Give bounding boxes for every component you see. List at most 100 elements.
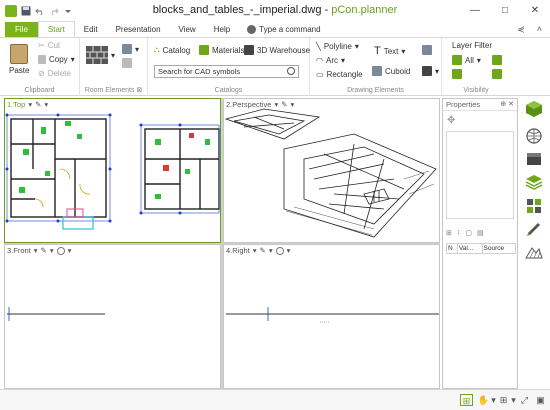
- chevron-down-icon: ▾: [435, 66, 440, 76]
- layout-icon[interactable]: ▣: [534, 394, 547, 406]
- minimize-button[interactable]: —: [460, 0, 490, 22]
- delete-icon: ⊘: [38, 69, 45, 78]
- text-label: Text: [383, 46, 399, 56]
- tab-help[interactable]: Help: [205, 22, 239, 37]
- tab-start[interactable]: Start: [37, 21, 75, 37]
- column-header[interactable]: N: [446, 243, 458, 254]
- properties-preview: [446, 131, 514, 219]
- table-header-row: N Val... Source: [446, 243, 517, 254]
- text-button[interactable]: T Text ▾: [374, 45, 405, 57]
- show-objects-button[interactable]: [452, 69, 462, 79]
- tab-file[interactable]: File: [5, 22, 38, 37]
- globe-icon: [526, 128, 542, 144]
- chevron-down-icon: ▾: [401, 46, 406, 56]
- title-bar: blocks_and_tables_-_imperial.dwg - pCon.…: [0, 0, 550, 22]
- right-sidebar: [520, 98, 550, 389]
- sort-icon[interactable]: ↕: [457, 229, 461, 237]
- sidebar-button-draw[interactable]: [524, 219, 544, 237]
- sidebar-button-catalog[interactable]: [524, 150, 544, 168]
- page-icon[interactable]: ▢: [465, 229, 472, 237]
- ribbon: Paste ✂ Cut Copy ▾ ⊘ Delete Clipboard ▾ …: [0, 38, 550, 96]
- wall-button[interactable]: ▾: [86, 46, 115, 64]
- sidebar-button-3d-object[interactable]: [524, 100, 544, 118]
- tab-presentation[interactable]: Presentation: [107, 22, 170, 37]
- front-elevation-drawing: [7, 307, 105, 321]
- polyline-button[interactable]: ╲ Polyline ▾: [316, 42, 359, 51]
- title-separator: -: [321, 4, 332, 16]
- column-header[interactable]: Source: [481, 243, 517, 254]
- layer-settings-button[interactable]: [492, 55, 502, 65]
- pencil-icon: [527, 223, 540, 236]
- catalog-button[interactable]: ⛬ Catalog: [154, 45, 190, 55]
- warehouse-button[interactable]: 3D Warehouse: [244, 45, 310, 55]
- sidebar-button-layers[interactable]: [524, 173, 544, 191]
- column-header[interactable]: Val...: [456, 243, 483, 254]
- close-button[interactable]: ✕: [520, 0, 550, 22]
- copy-label: Copy: [49, 55, 68, 64]
- command-box[interactable]: Type a command: [247, 22, 321, 37]
- panel-controls: ⊕ ✕: [500, 100, 514, 108]
- rectangle-button[interactable]: ▭ Rectangle: [316, 70, 363, 79]
- arc-icon: ◠: [316, 56, 323, 65]
- polyline-icon: ╲: [316, 42, 321, 51]
- sidebar-button-online[interactable]: [524, 127, 544, 145]
- pin-icon[interactable]: ⊕: [500, 101, 506, 108]
- group-label-clipboard: Clipboard: [24, 87, 55, 94]
- filter-icon[interactable]: ▤: [477, 229, 484, 237]
- rectangle-label: Rectangle: [326, 70, 363, 79]
- warehouse-icon: [244, 45, 254, 55]
- search-icon[interactable]: [287, 67, 295, 75]
- collapse-ribbon-icon[interactable]: ˄: [537, 24, 542, 35]
- viewport-area: 1.Top ▾ ✎ ▾ 2.Perspective ▾ ✎ ▾ 3.Front …: [4, 98, 440, 389]
- properties-toolbar: ⊞ ↕ ▢ ▤: [446, 229, 484, 237]
- properties-header: Properties ⊕ ✕: [443, 99, 517, 111]
- rectangle-icon: ▭: [316, 70, 324, 79]
- tabrow-tools: ⋞ ˄: [517, 24, 542, 35]
- share-icon[interactable]: ⋞: [517, 24, 525, 35]
- door-button[interactable]: ▾: [122, 44, 139, 54]
- command-placeholder: Type a command: [259, 25, 321, 34]
- paste-button[interactable]: Paste: [9, 44, 29, 75]
- command-icon: [247, 25, 257, 34]
- cut-button[interactable]: ✂ Cut: [38, 41, 60, 50]
- snap-toggle-icon[interactable]: ⊞: [460, 394, 473, 406]
- group-label-room-elements: Room Elements ⊠: [84, 87, 143, 94]
- hide-objects-icon: [492, 69, 502, 79]
- image-button[interactable]: [422, 45, 432, 55]
- maximize-button[interactable]: □: [490, 0, 520, 22]
- viewport-right[interactable]: 4.Right ▾ ✎ ▾ ▾: [223, 244, 440, 389]
- close-icon[interactable]: ✕: [508, 101, 514, 108]
- properties-panel: Properties ⊕ ✕ ✥ ⊞ ↕ ▢ ▤ N Val... Source: [442, 98, 518, 389]
- cad-search-input[interactable]: Search for CAD symbols: [154, 65, 299, 78]
- window-controls: — □ ✕: [460, 0, 550, 22]
- color-swatch-icon: [422, 66, 432, 76]
- sidebar-button-terrain[interactable]: [524, 242, 544, 260]
- arc-button[interactable]: ◠ Arc ▾: [316, 56, 345, 65]
- group-label-visibility: Visibility: [463, 87, 489, 94]
- viewport-top[interactable]: 1.Top ▾ ✎ ▾: [4, 98, 221, 243]
- categorize-icon[interactable]: ⊞: [446, 229, 452, 237]
- delete-button[interactable]: ⊘ Delete: [38, 69, 71, 78]
- warehouse-label: 3D Warehouse: [257, 45, 311, 55]
- group-visibility: Layer Filter All ▾ Visibility: [442, 38, 510, 96]
- paste-label: Paste: [9, 66, 30, 75]
- tab-view[interactable]: View: [170, 22, 205, 37]
- materials-button[interactable]: Materials: [199, 45, 244, 55]
- sidebar-button-materials[interactable]: [524, 196, 544, 214]
- floor-plan-top-drawing: [5, 113, 220, 230]
- hide-objects-button[interactable]: [492, 69, 502, 79]
- chevron-down-icon: ▾: [354, 42, 359, 51]
- room-elements-label: Room Elements: [84, 87, 135, 94]
- cuboid-button[interactable]: Cuboid: [372, 66, 410, 76]
- status-bar: ⊞ ✋ ▾ ⊞ ▾ ⤢ ▣: [0, 389, 550, 410]
- fullscreen-icon[interactable]: ⤢: [518, 394, 531, 406]
- layer-all-button[interactable]: All ▾: [452, 55, 481, 65]
- viewport-front[interactable]: 3.Front ▾ ✎ ▾ ▾: [4, 244, 221, 389]
- copy-button[interactable]: Copy ▾: [38, 55, 75, 64]
- color-button[interactable]: ▾: [422, 66, 439, 76]
- viewport-perspective[interactable]: 2.Perspective ▾ ✎ ▾: [223, 98, 440, 243]
- door-icon: [122, 44, 132, 54]
- stairs-button[interactable]: [122, 58, 132, 68]
- group-drawing-elements: ╲ Polyline ▾ ◠ Arc ▾ ▭ Rectangle T Text …: [310, 38, 442, 96]
- tab-edit[interactable]: Edit: [75, 22, 107, 37]
